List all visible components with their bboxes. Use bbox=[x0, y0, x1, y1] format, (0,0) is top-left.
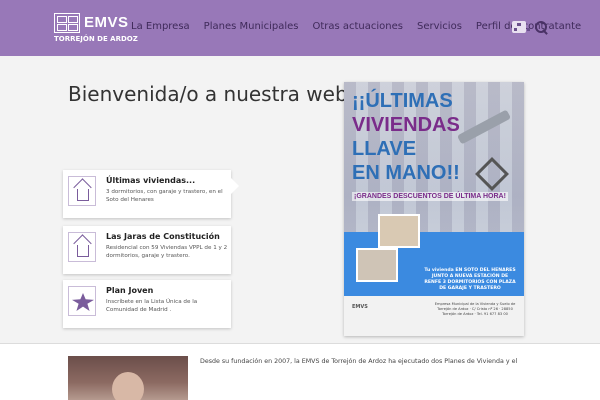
poster-footer: EMVS Empresa Municipal de la Vivienda y … bbox=[344, 296, 524, 336]
intro-text: Desde su fundación en 2007, la EMVS de T… bbox=[200, 358, 518, 365]
interior-photo bbox=[378, 214, 420, 248]
poster-headline-3: LLAVE bbox=[352, 138, 417, 160]
card-title: Plan Joven bbox=[106, 286, 154, 295]
poster-headline-2: VIVIENDAS bbox=[352, 114, 460, 136]
house-icon bbox=[68, 176, 96, 206]
logo-brand-text: EMVS bbox=[84, 14, 129, 31]
interior-photo bbox=[356, 248, 398, 282]
card-title: Últimas viviendas... bbox=[106, 176, 196, 185]
intro-section: Desde su fundación en 2007, la EMVS de T… bbox=[0, 344, 600, 400]
card-title: Las Jaras de Constitución bbox=[106, 232, 220, 241]
plan-joven-icon bbox=[68, 286, 96, 316]
card-ultimas-viviendas[interactable]: Últimas viviendas... 3 dormitorios, con … bbox=[63, 170, 239, 218]
poster-footer-text: Empresa Municipal de la Vivienda y Suelo… bbox=[434, 302, 516, 316]
nav-item-otras-actuaciones[interactable]: Otras actuaciones bbox=[305, 21, 410, 32]
house-icon bbox=[68, 232, 96, 262]
poster-tagline: ¡GRANDES DESCUENTOS DE ÚLTIMA HORA! bbox=[352, 192, 508, 201]
promo-poster[interactable]: ¡¡ÚLTIMAS VIVIENDAS LLAVE EN MANO!! ¡GRA… bbox=[344, 82, 524, 336]
header-tools bbox=[512, 20, 548, 34]
top-navigation-bar: EMVS TORREJÓN DE ARDOZ La Empresa Planes… bbox=[0, 0, 600, 56]
poster-headline-1: ¡¡ÚLTIMAS bbox=[352, 90, 453, 112]
poster-headline-4: EN MANO!! bbox=[352, 162, 460, 184]
poster-blurb: Tu vivienda EN SOTO DEL HENARES JUNTO A … bbox=[424, 268, 516, 291]
nav-item-servicios[interactable]: Servicios bbox=[410, 21, 469, 32]
sitemap-icon[interactable] bbox=[512, 21, 530, 33]
page-title: Bienvenida/o a nuestra web bbox=[68, 82, 348, 106]
nav-item-la-empresa[interactable]: La Empresa bbox=[124, 21, 197, 32]
logo-mark-icon bbox=[54, 13, 80, 33]
logo-subtitle: TORREJÓN DE ARDOZ bbox=[54, 35, 138, 43]
card-las-jaras[interactable]: Las Jaras de Constitución Residencial co… bbox=[63, 226, 231, 274]
card-text: Inscríbete en la Lista Única de la Comun… bbox=[106, 299, 198, 313]
search-icon[interactable] bbox=[534, 20, 548, 34]
nav-item-planes-municipales[interactable]: Planes Municipales bbox=[197, 21, 306, 32]
card-plan-joven[interactable]: Plan Joven Inscríbete en la Lista Única … bbox=[63, 280, 231, 328]
emvs-logo[interactable]: EMVS TORREJÓN DE ARDOZ bbox=[54, 13, 138, 43]
portrait-photo bbox=[68, 356, 188, 400]
poster-footer-logo: EMVS bbox=[352, 304, 368, 310]
card-text: 3 dormitorios, con garaje y trastero, en… bbox=[106, 189, 223, 203]
card-text: Residencial con 59 Viviendas VPPL de 1 y… bbox=[106, 245, 228, 259]
